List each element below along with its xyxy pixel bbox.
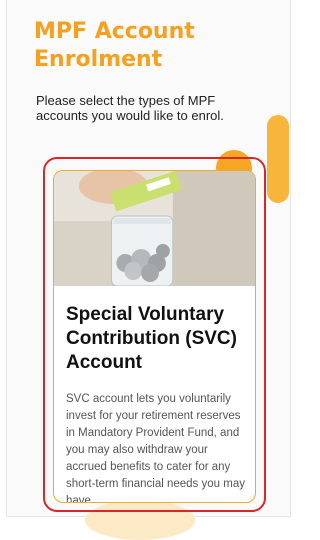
scrollbar-thumb[interactable] — [267, 115, 289, 203]
intro-text: Please select the types of MPF accounts … — [36, 93, 224, 123]
card-description: SVC account lets you voluntarily invest … — [66, 393, 245, 503]
card-title: Special Voluntary Contribution (SVC) Acc… — [66, 304, 237, 373]
page-title: MPF Account Enrolment — [34, 19, 195, 72]
coin-jar-image — [54, 171, 255, 286]
svc-account-card[interactable]: Special Voluntary Contribution (SVC) Acc… — [53, 170, 256, 503]
